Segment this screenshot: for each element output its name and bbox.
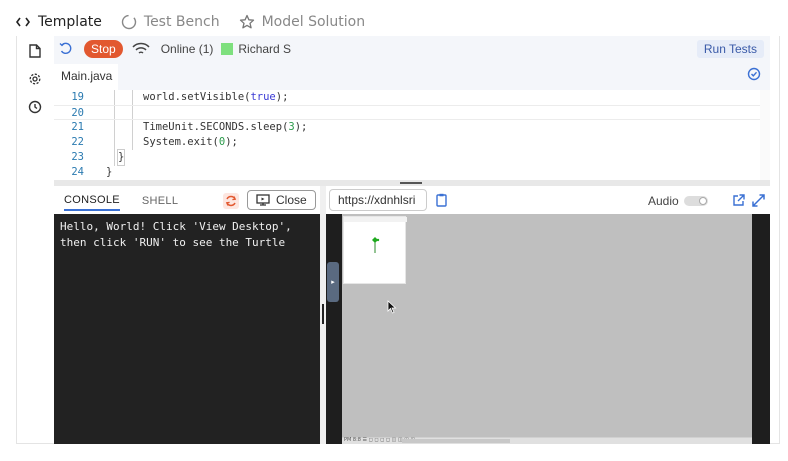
editor-scrollbar[interactable]	[760, 90, 770, 180]
tab-test-bench[interactable]: Test Bench	[120, 13, 220, 31]
monitor-icon	[256, 194, 270, 206]
turtle-window[interactable]	[343, 216, 407, 284]
desktop-right-bar	[752, 214, 770, 444]
file-tab-bar: Main.java	[54, 62, 770, 90]
turtle-canvas	[372, 237, 380, 253]
splitter-grip[interactable]	[400, 182, 422, 184]
code-text: }	[116, 149, 126, 166]
editor-toolbar: Stop Online (1) Richard S Run Tests	[54, 36, 770, 62]
remote-desktop-view[interactable]: ▸ PM 8:8 ☰ ◻ ◻ ◻ ◻ ◫ ◫ ◫ ◫	[326, 214, 770, 444]
code-line: 22 System.exit(0);	[54, 135, 770, 150]
audio-label: Audio	[648, 194, 679, 208]
file-tab-main-java[interactable]: Main.java	[54, 64, 119, 90]
top-tabs: Template Test Bench Model Solution	[14, 10, 383, 34]
file-button[interactable]	[23, 40, 47, 64]
file-icon	[29, 43, 41, 62]
code-editor[interactable]: 19 world.setVisible(true); 20 21 TimeUni…	[54, 90, 770, 180]
code-text: System.exit(0);	[143, 136, 238, 148]
settings-button[interactable]	[23, 68, 47, 92]
clipboard-icon[interactable]	[434, 192, 448, 208]
check-circle-icon[interactable]	[746, 66, 762, 82]
console-output[interactable]: Hello, World! Click 'View Desktop', then…	[54, 214, 320, 444]
tab-model-solution[interactable]: Model Solution	[238, 13, 366, 31]
audio-toggle[interactable]	[684, 196, 708, 206]
close-desktop-button[interactable]: Close	[247, 190, 316, 210]
code-text: TimeUnit.SECONDS.sleep(3);	[143, 121, 308, 133]
code-line: 23 }	[54, 149, 770, 166]
line-number: 22	[71, 136, 84, 148]
tab-console[interactable]: CONSOLE	[64, 190, 120, 211]
tab-template[interactable]: Template	[14, 13, 102, 31]
circle-icon	[120, 13, 138, 31]
clock-icon	[28, 99, 42, 118]
vertical-splitter-grip[interactable]	[322, 304, 324, 324]
side-rail	[16, 36, 54, 184]
gear-icon	[28, 71, 42, 90]
tab-template-label: Template	[38, 14, 102, 30]
tab-shell[interactable]: SHELL	[142, 191, 178, 210]
code-icon	[14, 13, 32, 31]
desktop-left-bar: ▸	[326, 214, 342, 444]
refresh-icon[interactable]	[57, 40, 75, 58]
external-link-icon[interactable]	[730, 192, 746, 208]
line-number: 19	[71, 91, 84, 103]
desktop-url-field[interactable]: https://xdnhlsri	[329, 189, 427, 211]
code-line: 21 TimeUnit.SECONDS.sleep(3);	[54, 120, 770, 135]
mouse-cursor-icon	[387, 300, 397, 314]
line-number: 24	[71, 166, 84, 178]
code-text: world.setVisible(true);	[143, 91, 289, 103]
user-name: Richard S	[238, 42, 292, 56]
code-line-current: 20	[54, 105, 770, 120]
close-button-label: Close	[276, 193, 307, 207]
run-tests-button[interactable]: Run Tests	[696, 40, 764, 58]
line-number: 21	[71, 121, 84, 133]
line-number: 20	[71, 107, 84, 119]
console-header: CONSOLE SHELL Close	[54, 186, 320, 214]
desktop-side-handle[interactable]: ▸	[327, 262, 339, 302]
online-status: Online (1)	[160, 42, 214, 56]
stop-button[interactable]: Stop	[84, 40, 123, 58]
taskbar-window-slot[interactable]	[402, 439, 510, 443]
code-text: }	[106, 166, 113, 178]
desktop-taskbar[interactable]: PM 8:8 ☰ ◻ ◻ ◻ ◻ ◫ ◫ ◫ ◫	[342, 437, 752, 444]
play-icon: ▸	[331, 278, 335, 286]
audio-toggle-knob	[699, 197, 707, 205]
history-button[interactable]	[23, 96, 47, 120]
code-line: 24 }	[54, 165, 770, 180]
tab-model-solution-label: Model Solution	[261, 14, 366, 30]
code-line: 19 world.setVisible(true);	[54, 90, 770, 105]
wifi-icon	[131, 40, 151, 58]
line-number: 23	[71, 151, 84, 163]
tab-test-bench-label: Test Bench	[143, 14, 220, 30]
restart-icon[interactable]	[222, 192, 240, 210]
ide-window: Template Test Bench Model Solution Stop …	[0, 0, 788, 461]
expand-icon[interactable]	[750, 192, 766, 208]
desktop-header: https://xdnhlsri Audio	[326, 186, 770, 214]
star-icon	[238, 13, 256, 31]
user-color-swatch	[221, 43, 234, 55]
